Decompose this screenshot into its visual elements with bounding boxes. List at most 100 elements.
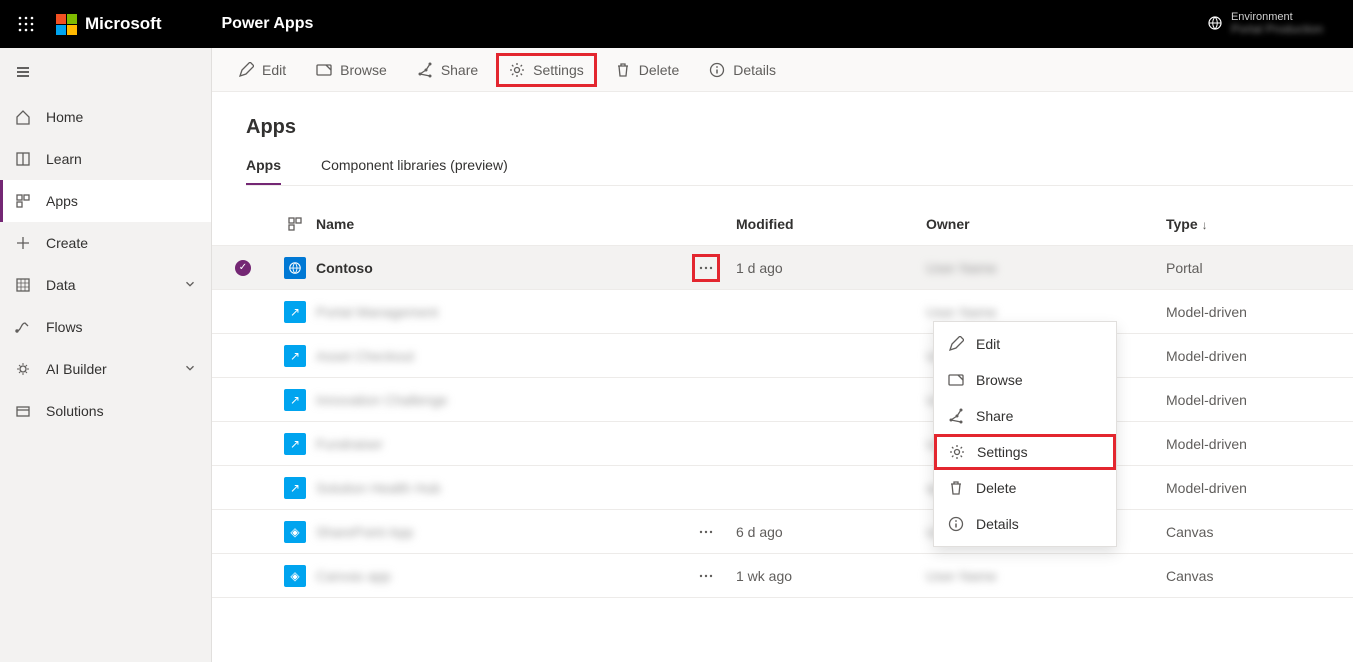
app-type-icon: ↗ — [284, 433, 306, 455]
settings-button[interactable]: Settings — [496, 53, 597, 87]
button-label: Details — [733, 62, 776, 78]
sidebar-item-learn[interactable]: Learn — [0, 138, 211, 180]
more-actions-button[interactable] — [692, 562, 720, 590]
sidebar-item-home[interactable]: Home — [0, 96, 211, 138]
button-label: Edit — [262, 62, 286, 78]
button-label: Settings — [533, 62, 584, 78]
table-row[interactable]: ◈Canvas app1 wk agoUser NameCanvas — [212, 554, 1353, 598]
type-cell: Model-driven — [1166, 304, 1326, 320]
sidebar-collapse-button[interactable] — [0, 48, 211, 96]
type-cell: Model-driven — [1166, 392, 1326, 408]
context-edit[interactable]: Edit — [934, 326, 1116, 362]
table-row[interactable]: ↗Asset CheckoutUser NameModel-driven — [212, 334, 1353, 378]
page-title: Apps — [246, 116, 1353, 139]
context-menu: Edit Browse Share Settings Delete Detail… — [933, 321, 1117, 547]
menu-item-label: Settings — [977, 444, 1028, 460]
data-icon — [14, 276, 32, 294]
type-cell: Model-driven — [1166, 436, 1326, 452]
column-header-type[interactable]: Type↓ — [1166, 216, 1326, 232]
share-button[interactable]: Share — [405, 54, 490, 86]
environment-name: Portal Production — [1231, 23, 1323, 36]
owner-cell: User Name — [926, 568, 1166, 584]
app-name[interactable]: Contoso — [316, 260, 676, 276]
app-type-icon: ↗ — [284, 345, 306, 367]
product-name[interactable]: Power Apps — [222, 15, 314, 33]
table-row[interactable]: ↗ Portal Management User NameModel-driven — [212, 290, 1353, 334]
app-type-icon: ↗ — [284, 301, 306, 323]
type-cell: Model-driven — [1166, 348, 1326, 364]
owner-cell: User Name — [926, 260, 1166, 276]
microsoft-logo-text: Microsoft — [85, 14, 162, 34]
plus-icon — [14, 234, 32, 252]
context-details[interactable]: Details — [934, 506, 1116, 542]
sidebar-item-apps[interactable]: Apps — [0, 180, 211, 222]
home-icon — [14, 108, 32, 126]
table-row[interactable]: ↗Innovation ChallengeUser NameModel-driv… — [212, 378, 1353, 422]
chevron-down-icon — [183, 277, 197, 294]
column-header-modified[interactable]: Modified — [736, 216, 926, 232]
sidebar: Home Learn Apps Create Data Flows AI Bui… — [0, 48, 212, 662]
sidebar-item-label: Flows — [46, 319, 83, 335]
tab-component-libraries[interactable]: Component libraries (preview) — [321, 157, 508, 185]
table-row[interactable]: ◈SharePoint App6 d agoUser NameCanvas — [212, 510, 1353, 554]
main-content: Edit Browse Share Settings Delete Detail… — [212, 48, 1353, 662]
sort-descending-icon: ↓ — [1202, 218, 1208, 232]
sidebar-item-label: Apps — [46, 193, 78, 209]
sidebar-item-ai-builder[interactable]: AI Builder — [0, 348, 211, 390]
type-cell: Canvas — [1166, 568, 1326, 584]
context-settings[interactable]: Settings — [934, 434, 1116, 470]
more-actions-button[interactable] — [692, 518, 720, 546]
type-cell: Model-driven — [1166, 480, 1326, 496]
sidebar-item-solutions[interactable]: Solutions — [0, 390, 211, 432]
waffle-icon[interactable] — [10, 8, 42, 40]
app-name[interactable]: Fundraiser — [316, 436, 676, 452]
menu-item-label: Browse — [976, 372, 1023, 388]
apps-icon — [14, 192, 32, 210]
selected-checkmark-icon[interactable]: ✓ — [235, 260, 251, 276]
apps-icon — [286, 215, 304, 233]
table-row[interactable]: ↗Solution Health HubsystemModel-driven — [212, 466, 1353, 510]
sidebar-item-data[interactable]: Data — [0, 264, 211, 306]
sidebar-item-label: Data — [46, 277, 76, 293]
app-name[interactable]: Solution Health Hub — [316, 480, 676, 496]
type-cell: Canvas — [1166, 524, 1326, 540]
sidebar-item-label: Solutions — [46, 403, 104, 419]
microsoft-logo[interactable]: Microsoft — [56, 14, 162, 35]
context-share[interactable]: Share — [934, 398, 1116, 434]
environment-picker[interactable]: Environment Portal Production — [1207, 11, 1323, 36]
app-name[interactable]: Canvas app — [316, 568, 676, 584]
chevron-down-icon — [183, 361, 197, 378]
app-name[interactable]: Asset Checkout — [316, 348, 676, 364]
sidebar-item-flows[interactable]: Flows — [0, 306, 211, 348]
button-label: Delete — [639, 62, 679, 78]
sidebar-item-create[interactable]: Create — [0, 222, 211, 264]
apps-table: Name Modified Owner Type↓ ✓Contoso1 d ag… — [212, 202, 1353, 598]
ai-icon — [14, 360, 32, 378]
app-name[interactable]: SharePoint App — [316, 524, 676, 540]
column-header-owner[interactable]: Owner — [926, 216, 1166, 232]
menu-item-label: Edit — [976, 336, 1000, 352]
app-name[interactable]: Portal Management — [316, 304, 676, 320]
table-row[interactable]: ✓Contoso1 d agoUser NamePortal — [212, 246, 1353, 290]
tab-apps[interactable]: Apps — [246, 157, 281, 185]
table-row[interactable]: ↗FundraiserUser NameModel-driven — [212, 422, 1353, 466]
app-name[interactable]: Innovation Challenge — [316, 392, 676, 408]
browse-button[interactable]: Browse — [304, 54, 399, 86]
column-header-name[interactable]: Name — [316, 216, 676, 232]
sidebar-item-label: Learn — [46, 151, 82, 167]
more-actions-button[interactable] — [692, 254, 720, 282]
context-delete[interactable]: Delete — [934, 470, 1116, 506]
microsoft-logo-icon — [56, 14, 77, 35]
global-header: Microsoft Power Apps Environment Portal … — [0, 0, 1353, 48]
command-bar: Edit Browse Share Settings Delete Detail… — [212, 48, 1353, 92]
app-type-icon: ◈ — [284, 521, 306, 543]
details-button[interactable]: Details — [697, 54, 788, 86]
edit-button[interactable]: Edit — [226, 54, 298, 86]
type-cell: Portal — [1166, 260, 1326, 276]
button-label: Share — [441, 62, 478, 78]
context-browse[interactable]: Browse — [934, 362, 1116, 398]
button-label: Browse — [340, 62, 387, 78]
owner-cell: User Name — [926, 304, 1166, 320]
app-type-icon — [284, 257, 306, 279]
delete-button[interactable]: Delete — [603, 54, 691, 86]
